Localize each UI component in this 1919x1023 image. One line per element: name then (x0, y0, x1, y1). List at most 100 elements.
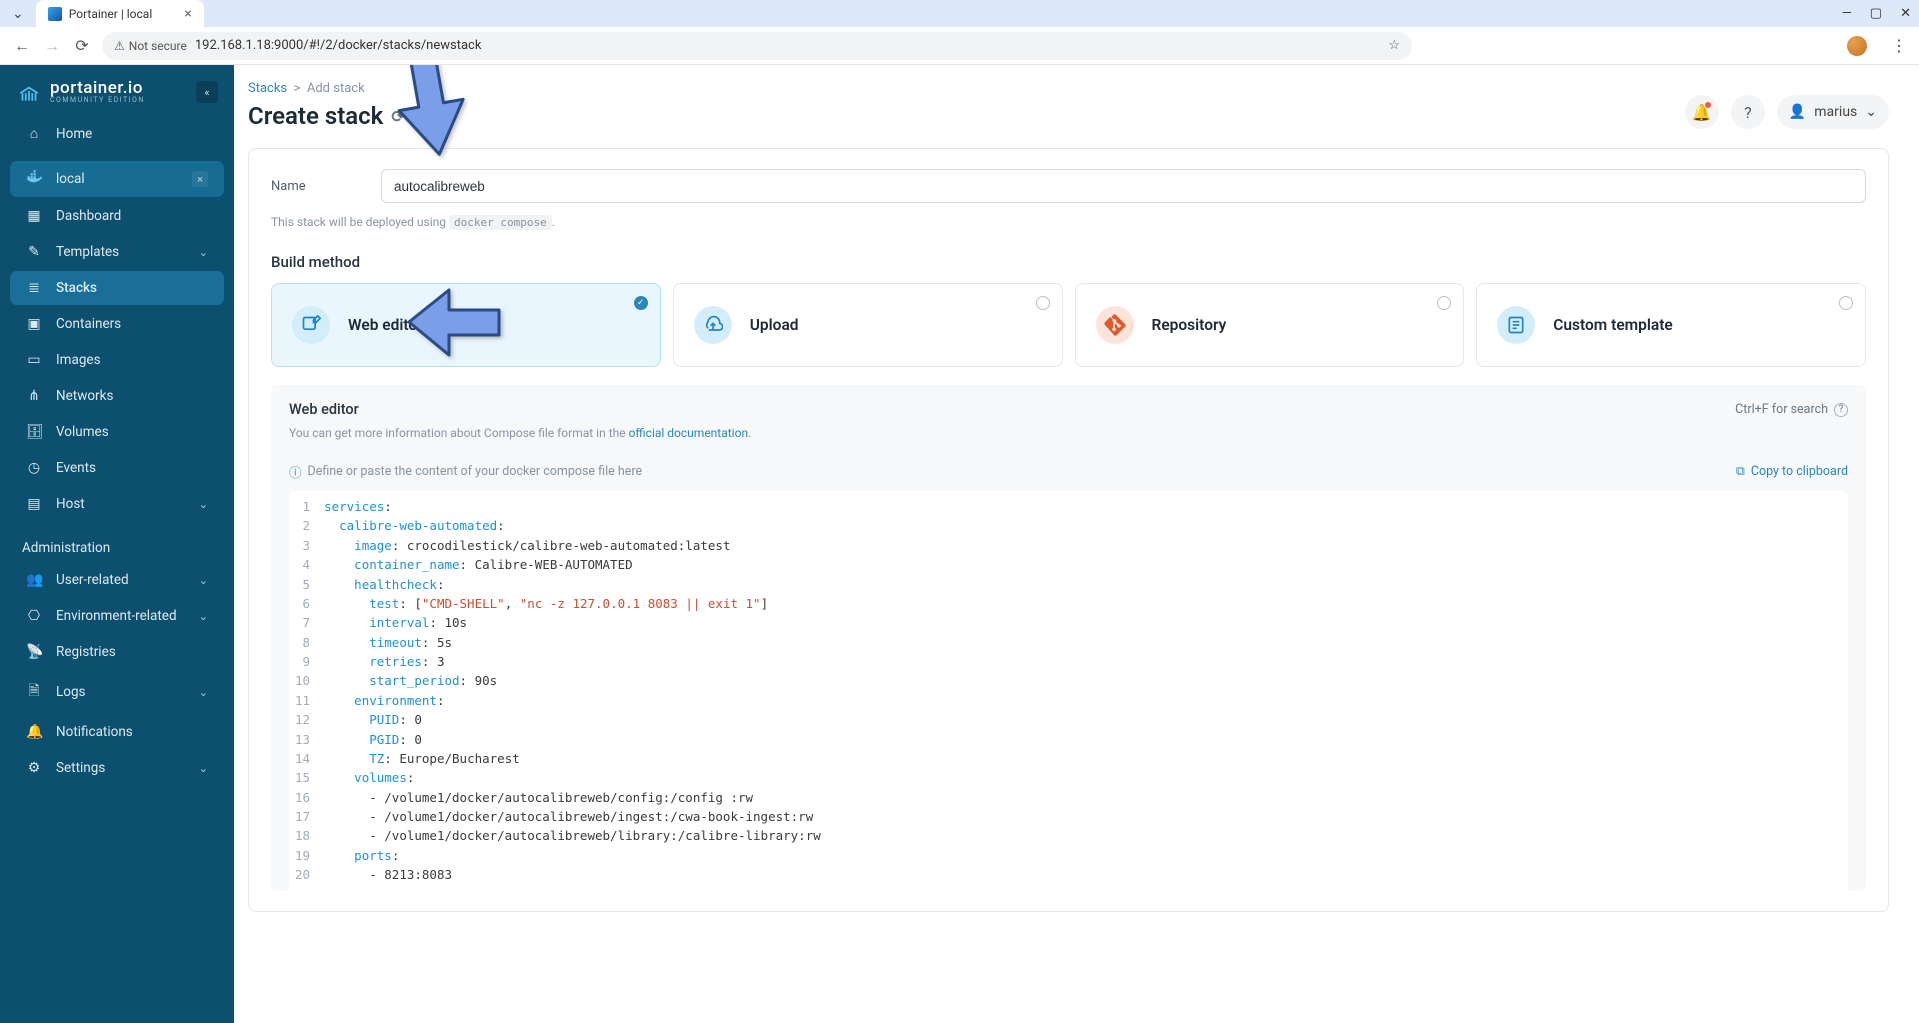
user-menu[interactable]: 👤 marius ⌄ (1777, 95, 1889, 129)
sidebar-item-label: Notifications (56, 724, 133, 740)
refresh-icon[interactable]: ⟳ (391, 107, 404, 126)
help-icon: ? (1744, 103, 1752, 122)
sidebar-item-label: Stacks (56, 280, 97, 296)
sidebar-item-host[interactable]: ▤Host⌄ (10, 487, 224, 521)
sidebar-item-env-related[interactable]: ⎔Environment-related⌄ (10, 599, 224, 633)
sidebar-item-notifications[interactable]: 🔔 Notifications (10, 715, 224, 749)
breadcrumb-root[interactable]: Stacks (248, 81, 287, 96)
user-icon: 👤 (1789, 104, 1806, 120)
logo-subtitle: COMMUNITY EDITION (50, 97, 145, 104)
chevron-down-icon: ⌄ (199, 574, 208, 587)
method-upload[interactable]: Upload (673, 283, 1063, 367)
method-label: Repository (1152, 316, 1227, 334)
portainer-logo[interactable]: portainer.io COMMUNITY EDITION (16, 79, 145, 105)
sidebar-item-logs[interactable]: 🗎Logs⌄ (10, 671, 224, 713)
method-repository[interactable]: Repository (1075, 283, 1465, 367)
address-bar[interactable]: ⚠ Not secure 192.168.1.18:9000/#!/2/dock… (102, 32, 1412, 60)
browser-tab[interactable]: Portainer | local × (36, 0, 204, 27)
notifications-button[interactable]: 🔔 (1685, 95, 1719, 129)
warning-icon: ⚠ (114, 39, 125, 53)
close-env-icon[interactable]: × (192, 171, 208, 187)
help-button[interactable]: ? (1731, 95, 1765, 129)
tab-title: Portainer | local (69, 7, 153, 21)
chevron-down-icon[interactable]: ⌄ (12, 6, 24, 22)
sidebar-item-networks[interactable]: ⋔Networks (10, 379, 224, 413)
build-method-heading: Build method (271, 253, 1866, 271)
compose-editor[interactable]: 1234567891011121314151617181920 services… (289, 491, 1848, 891)
collapse-sidebar-button[interactable]: « (196, 81, 218, 103)
events-icon: ◷ (26, 460, 42, 476)
home-icon: ⌂ (26, 125, 42, 142)
sidebar-item-label: Host (56, 496, 85, 512)
method-label: Custom template (1553, 316, 1673, 334)
back-button[interactable]: ← (12, 36, 32, 56)
page-title: Create stack ⟳ (248, 102, 1889, 130)
sidebar-item-dashboard[interactable]: ▦Dashboard (10, 199, 224, 233)
close-window-icon[interactable]: ✕ (1900, 6, 1911, 21)
profile-avatar[interactable] (1847, 36, 1867, 56)
forward-button: → (42, 36, 62, 56)
templates-icon: ✎ (26, 244, 42, 260)
not-secure-badge[interactable]: ⚠ Not secure (114, 39, 187, 53)
breadcrumb-leaf: Add stack (307, 81, 365, 96)
editor-define-hint: ⓘ Define or paste the content of your do… (289, 462, 642, 481)
stacks-icon: ≣ (26, 280, 42, 296)
git-icon (1096, 306, 1134, 344)
host-icon: ▤ (26, 496, 42, 512)
chevron-down-icon: ⌄ (1865, 104, 1877, 120)
minimize-icon[interactable]: — (1842, 6, 1852, 21)
sidebar-item-user-related[interactable]: 👥User-related⌄ (10, 563, 224, 597)
sidebar-item-label: Registries (56, 644, 116, 660)
sidebar: portainer.io COMMUNITY EDITION « ⌂ Home … (0, 65, 234, 1023)
close-tab-icon[interactable]: × (184, 6, 191, 22)
radio-selected: ✓ (634, 296, 648, 310)
sidebar-item-containers[interactable]: ▣Containers (10, 307, 224, 341)
sidebar-item-volumes[interactable]: 🗄 Volumes (10, 415, 224, 449)
sidebar-item-label: Templates (56, 244, 119, 260)
sidebar-item-home[interactable]: ⌂ Home (10, 116, 224, 151)
method-custom-template[interactable]: Custom template (1476, 283, 1866, 367)
sidebar-item-label: local (56, 171, 85, 187)
sidebar-admin-heading: Administration (0, 522, 234, 562)
browser-menu-icon[interactable]: ⋮ (1891, 36, 1907, 55)
sidebar-item-events[interactable]: ◷Events (10, 451, 224, 485)
sidebar-environment-local[interactable]: local × (10, 161, 224, 197)
edit-icon (292, 306, 330, 344)
copy-icon: ⧉ (1736, 464, 1745, 479)
main-content: Stacks > Add stack 🔔 ? 👤 marius ⌄ Create… (234, 65, 1919, 1023)
bell-icon: 🔔 (26, 724, 42, 740)
chevron-down-icon: ⌄ (199, 246, 208, 259)
url-text: 192.168.1.18:9000/#!/2/docker/stacks/new… (195, 38, 482, 53)
copy-to-clipboard-button[interactable]: ⧉ Copy to clipboard (1736, 464, 1848, 479)
editor-doc-hint: You can get more information about Compo… (289, 426, 1848, 440)
method-label: Web editor (348, 316, 423, 334)
sidebar-item-templates[interactable]: ✎ Templates ⌄ (10, 235, 224, 269)
sidebar-item-label: Dashboard (56, 208, 121, 224)
official-documentation-link[interactable]: official documentation (629, 426, 749, 440)
notification-dot (1705, 102, 1711, 108)
stack-name-input[interactable] (381, 169, 1866, 203)
logo-text: portainer.io (50, 80, 145, 97)
sidebar-item-settings[interactable]: ⚙Settings⌄ (10, 751, 224, 785)
web-editor-panel: Web editor Ctrl+F for search ? You can g… (271, 385, 1866, 891)
reload-button[interactable]: ⟳ (72, 36, 92, 55)
sidebar-item-label: Home (56, 126, 92, 142)
volumes-icon: 🗄 (26, 424, 42, 440)
sidebar-item-stacks[interactable]: ≣ Stacks (10, 271, 224, 305)
sidebar-item-label: Containers (56, 316, 121, 332)
sidebar-item-label: Volumes (56, 424, 109, 440)
maximize-icon[interactable]: ▢ (1870, 6, 1882, 21)
sidebar-item-images[interactable]: ▭Images (10, 343, 224, 377)
sidebar-item-label: User-related (56, 572, 129, 588)
stack-form: Name This stack will be deployed using d… (248, 148, 1889, 912)
breadcrumb: Stacks > Add stack (248, 81, 1889, 96)
bookmark-star-icon[interactable]: ☆ (1388, 38, 1400, 53)
chevron-down-icon: ⌄ (199, 610, 208, 623)
upload-icon (694, 306, 732, 344)
sidebar-item-registries[interactable]: 📡Registries (10, 635, 224, 669)
help-icon[interactable]: ? (1834, 403, 1848, 417)
sidebar-item-label: Networks (56, 388, 113, 404)
method-web-editor[interactable]: Web editor ✓ (271, 283, 661, 367)
name-label: Name (271, 179, 361, 194)
user-name: marius (1814, 104, 1857, 120)
